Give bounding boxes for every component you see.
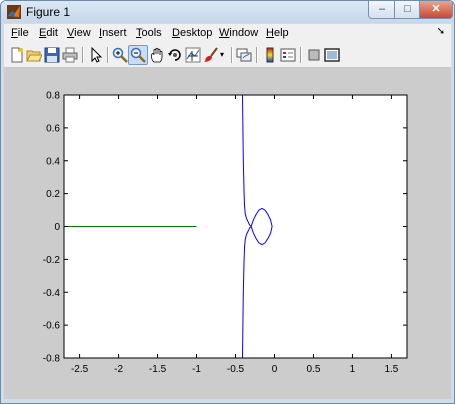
- insert-colorbar-icon[interactable]: [262, 47, 278, 63]
- menu-bar: File Edit View Insert Tools Desktop Wind…: [4, 24, 451, 43]
- x-tick-label: 0: [272, 364, 278, 375]
- x-tick-label: 1: [350, 364, 356, 375]
- menu-view[interactable]: View: [67, 27, 91, 39]
- menu-insert[interactable]: Insert: [99, 27, 127, 39]
- y-tick-label: 0: [54, 222, 60, 233]
- menu-desktop[interactable]: Desktop: [172, 27, 212, 39]
- edit-plot-icon[interactable]: [88, 47, 104, 63]
- dock-arrow-icon[interactable]: ➘: [437, 26, 445, 37]
- y-tick-label: 0.4: [46, 156, 60, 167]
- x-tick-label: 0.5: [307, 364, 321, 375]
- toolbar-separator: [300, 47, 302, 63]
- toolbar-separator: [107, 47, 109, 63]
- minimize-icon: –: [378, 3, 386, 15]
- brush-dropdown-icon[interactable]: ▾: [220, 50, 236, 66]
- maximize-button[interactable]: □: [394, 1, 421, 19]
- menu-tools[interactable]: Tools: [136, 27, 162, 39]
- figure-canvas[interactable]: -2.5 -2 -1.5 -1 -0.5 0 0.5 1 1.5 0.8 0.6 0.4 0.2 0 -0.…: [4, 68, 451, 399]
- show-plot-tools-icon[interactable]: [324, 47, 340, 63]
- y-tick-label: 0.6: [46, 123, 60, 134]
- data-cursor-icon[interactable]: [185, 47, 201, 63]
- y-tick-label: 0.8: [46, 91, 60, 102]
- menu-edit[interactable]: Edit: [39, 27, 58, 39]
- x-tick-label: -1.5: [149, 364, 167, 375]
- minimize-button[interactable]: –: [368, 1, 396, 19]
- close-icon: ✕: [431, 3, 441, 15]
- toolbar-separator: [256, 47, 258, 63]
- y-tick-label: -0.8: [43, 354, 61, 365]
- y-tick-label: -0.4: [43, 288, 61, 299]
- menu-help[interactable]: Help: [266, 27, 289, 39]
- plot-axes[interactable]: -2.5 -2 -1.5 -1 -0.5 0 0.5 1 1.5 0.8 0.6 0.4 0.2 0 -0.…: [4, 68, 451, 399]
- toolbar-separator: [231, 47, 233, 63]
- save-icon[interactable]: [44, 47, 60, 63]
- x-tick-label: 1.5: [384, 364, 398, 375]
- figure-window: Figure 1 – □ ✕ File Edit View Insert Too…: [0, 0, 455, 404]
- link-plot-icon[interactable]: [236, 47, 252, 63]
- hide-plot-tools-icon[interactable]: [306, 47, 322, 63]
- matlab-logo-icon: [7, 5, 21, 19]
- brush-icon[interactable]: [203, 47, 219, 63]
- zoom-out-button[interactable]: [128, 45, 148, 65]
- close-button[interactable]: ✕: [419, 1, 453, 19]
- y-tick-label: -0.6: [43, 321, 61, 332]
- menu-file[interactable]: File: [11, 27, 29, 39]
- menu-window[interactable]: Window: [219, 27, 258, 39]
- y-tick-label: 0.2: [46, 189, 60, 200]
- new-figure-icon[interactable]: [9, 47, 25, 63]
- toolbar-separator: [82, 47, 84, 63]
- x-tick-label: -2: [114, 364, 123, 375]
- print-icon[interactable]: [62, 47, 78, 63]
- insert-legend-icon[interactable]: [280, 47, 296, 63]
- x-tick-label: -2.5: [71, 364, 89, 375]
- x-tick-label: -1: [192, 364, 201, 375]
- zoom-in-icon[interactable]: [112, 47, 128, 63]
- maximize-icon: □: [404, 3, 411, 15]
- figure-toolbar: ▾: [4, 43, 451, 68]
- window-title: Figure 1: [26, 5, 71, 19]
- zoom-out-icon: [130, 47, 146, 63]
- rotate-3d-icon[interactable]: [167, 47, 183, 63]
- open-file-icon[interactable]: [26, 47, 42, 63]
- x-tick-label: -0.5: [227, 364, 245, 375]
- y-tick-label: -0.2: [43, 255, 61, 266]
- title-bar[interactable]: Figure 1 – □ ✕: [1, 1, 454, 23]
- pan-icon[interactable]: [149, 47, 165, 63]
